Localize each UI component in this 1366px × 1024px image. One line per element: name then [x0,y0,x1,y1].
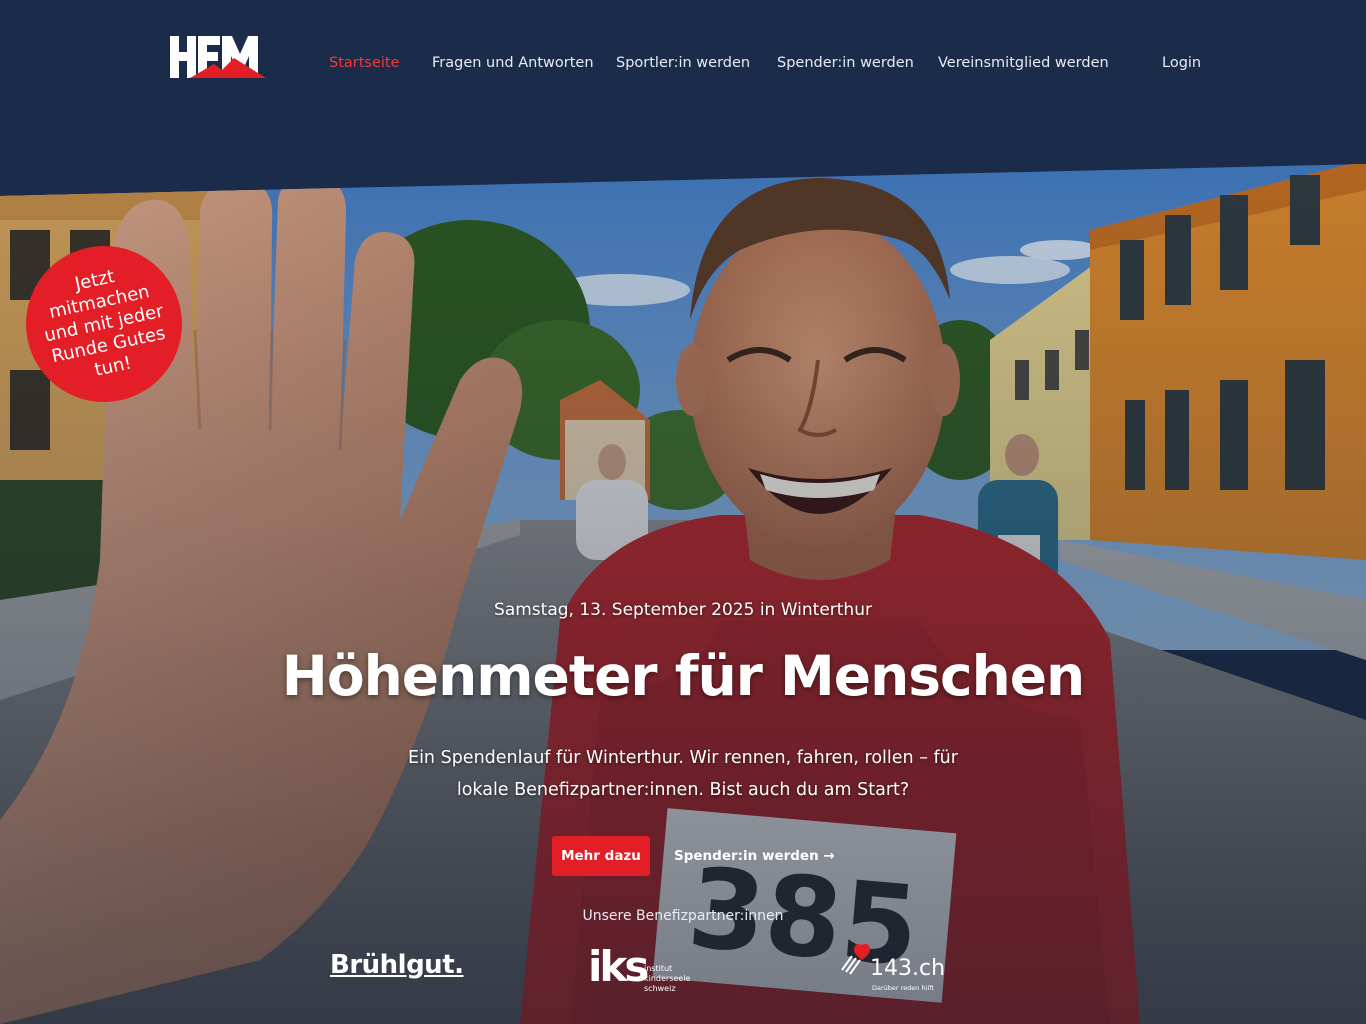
hero-description: Ein Spendenlauf für Winterthur. Wir renn… [408,748,958,800]
spender-werden-link[interactable]: Spender:in werden → [666,836,843,876]
event-date: Samstag, 13. September 2025 in Winterthu… [494,600,872,620]
nav-item-spender-werden[interactable]: Spender:in werden [777,55,914,71]
partner-tagline: Darüber reden hilft [872,984,934,992]
partner-name: 143.ch [870,956,946,981]
heart-icon [841,944,870,975]
page-title: Höhenmeter für Menschen [281,644,1085,708]
partner-logo-iks[interactable]: iks institut kinderseele schweiz [588,942,698,994]
nav-item-vereinsmitglied-werden[interactable]: Vereinsmitglied werden [938,55,1109,71]
partners-heading: Unsere Benefizpartner:innen [582,908,784,924]
partner-logo-bruehlgut[interactable]: Brühlgut. [330,950,464,980]
nav-item-sportler-werden[interactable]: Sportler:in werden [616,55,750,71]
nav-item-fragen-und-antworten[interactable]: Fragen und Antworten [432,55,594,71]
iks-mark: iks [588,942,649,991]
partner-logo-143[interactable]: 143.ch Darüber reden hilft [838,942,945,994]
partner-name: Brühlgut. [330,950,464,980]
nav-item-startseite[interactable]: Startseite [329,55,400,71]
main-nav: Startseite Fragen und Antworten Sportler… [0,55,1366,75]
login-link[interactable]: Login [1162,55,1201,71]
mehr-dazu-button[interactable]: Mehr dazu [552,836,650,876]
partner-name: institut kinderseele schweiz [644,964,691,993]
